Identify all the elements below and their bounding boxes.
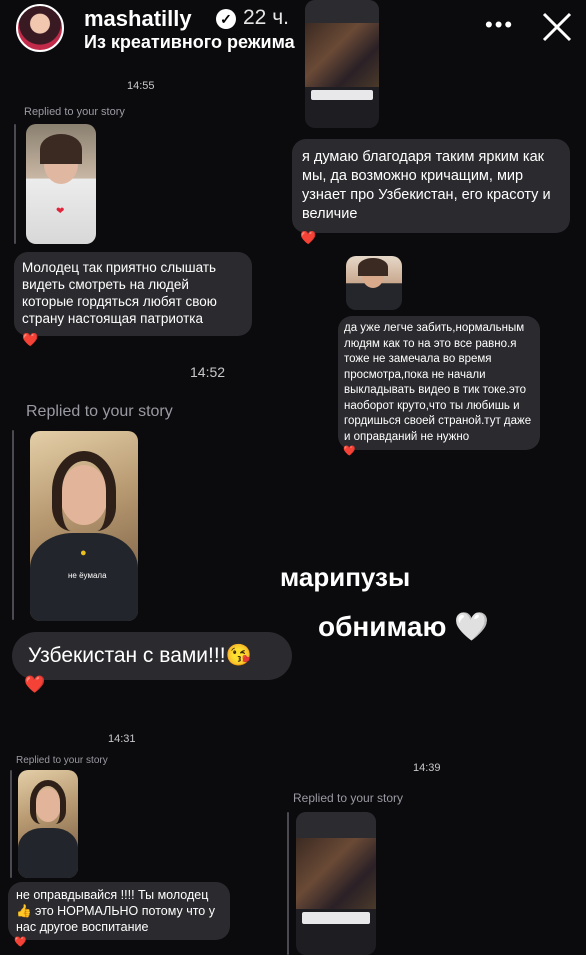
- message-text: я думаю благодаря таким ярким как мы, да…: [302, 149, 551, 222]
- heart-reaction-icon[interactable]: ❤️: [343, 446, 355, 457]
- message-text: не оправдывайся !!!! Ты молодец 👍 это НО…: [16, 888, 215, 934]
- overlay-text-line-1: марипузы: [280, 562, 411, 592]
- message-text: Молодец так приятно слышать видеть смотр…: [22, 260, 217, 326]
- post-time: 22 ч.: [243, 6, 289, 29]
- timestamp: 14:52: [190, 364, 226, 380]
- reply-bar: [12, 430, 14, 620]
- replied-label: Replied to your story: [293, 791, 404, 805]
- heart-icon: ❤: [56, 206, 65, 217]
- message-bubble-right: да уже легче забить,нормальным людям как…: [338, 316, 540, 450]
- username[interactable]: mashatilly: [84, 6, 192, 32]
- timestamp: 14:39: [413, 762, 441, 774]
- timestamp: 14:31: [108, 733, 136, 745]
- heart-reaction-icon[interactable]: ❤️: [24, 675, 45, 695]
- reply-bar: [10, 770, 12, 878]
- message-bubble: не оправдывайся !!!! Ты молодец 👍 это НО…: [8, 882, 230, 940]
- creative-mode-label[interactable]: Из креативного режима: [84, 32, 295, 53]
- heart-reaction-icon[interactable]: ❤️: [14, 937, 26, 948]
- story-preview[interactable]: [296, 812, 376, 955]
- replied-label: Replied to your story: [24, 106, 125, 118]
- timestamp: 14:55: [127, 80, 155, 92]
- message-bubble-right: я думаю благодаря таким ярким как мы, да…: [292, 139, 570, 233]
- more-options-button[interactable]: •••: [485, 12, 514, 38]
- emoji-icon: ●: [80, 547, 87, 559]
- story-thumbnail[interactable]: ● не ёумала: [30, 431, 138, 621]
- profile-avatar[interactable]: [16, 4, 64, 52]
- close-icon[interactable]: [540, 10, 574, 44]
- replied-label: Replied to your story: [16, 755, 108, 766]
- message-text: Узбекистан с вами!!!😘: [28, 644, 252, 667]
- story-thumbnail[interactable]: [18, 770, 78, 878]
- message-bubble: Узбекистан с вами!!!😘: [12, 632, 292, 680]
- overlay-text-line-2: обнимаю 🤍: [318, 611, 489, 642]
- replied-label: Replied to your story: [26, 403, 173, 420]
- reply-bar: [14, 124, 16, 244]
- story-thumbnail[interactable]: ❤: [26, 124, 96, 244]
- verified-badge-icon: ✓: [216, 9, 236, 29]
- heart-reaction-icon[interactable]: ❤️: [300, 230, 316, 246]
- story-preview-top[interactable]: [305, 0, 379, 128]
- message-text: да уже легче забить,нормальным людям как…: [344, 322, 532, 443]
- story-thumbnail-right[interactable]: [346, 256, 402, 310]
- message-bubble: Молодец так приятно слышать видеть смотр…: [14, 252, 252, 336]
- reply-bar: [287, 812, 289, 955]
- heart-reaction-icon[interactable]: ❤️: [22, 332, 38, 348]
- shirt-text: не ёумала: [68, 571, 107, 580]
